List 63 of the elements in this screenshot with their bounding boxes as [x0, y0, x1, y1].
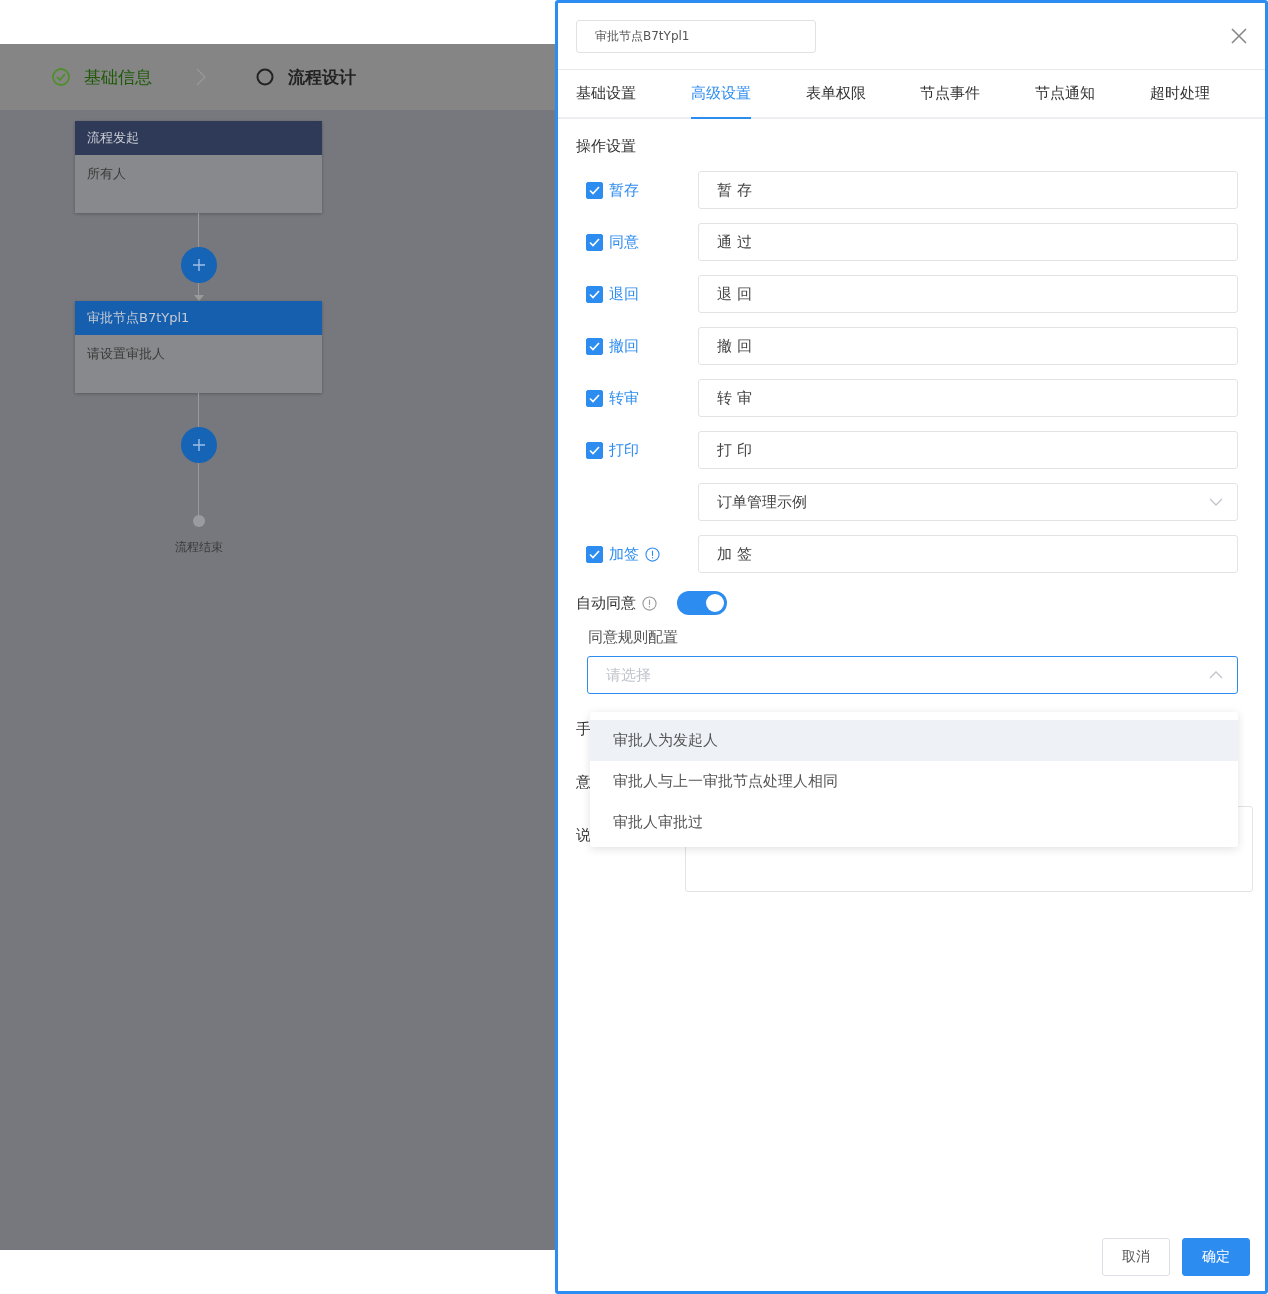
checkbox[interactable] — [586, 337, 603, 355]
chevron-up-icon — [1209, 671, 1223, 679]
flow-node-card[interactable]: 审批节点B7tYpl1 请设置审批人 — [75, 301, 322, 393]
dropdown-option[interactable]: 审批人为发起人 — [590, 720, 1238, 761]
operation-label: 打印 — [609, 440, 639, 460]
node-description: 请设置审批人 — [87, 346, 165, 361]
tab[interactable]: 节点事件 — [920, 70, 1036, 117]
chevron-down-icon — [1209, 498, 1223, 506]
field-label: 意 — [576, 773, 590, 792]
step-label[interactable]: 流程设计 — [288, 65, 356, 89]
checkbox[interactable] — [586, 441, 603, 459]
tab[interactable]: 节点通知 — [1035, 70, 1151, 117]
operation-label: 加签 — [609, 544, 639, 564]
rule-label: 同意规则配置 — [588, 628, 679, 647]
cancel-button[interactable]: 取消 — [1102, 1238, 1170, 1276]
checkbox[interactable] — [586, 389, 603, 407]
dropdown-option[interactable]: 审批人审批过 — [590, 802, 1238, 843]
check-icon — [589, 445, 600, 455]
node-description: 所有人 — [87, 166, 126, 181]
tab[interactable]: 基础设置 — [576, 70, 691, 117]
flow-node-card[interactable]: 流程发起 所有人 — [75, 121, 322, 213]
operation-name-field[interactable]: 打 印 — [698, 431, 1238, 469]
checkbox[interactable] — [586, 285, 603, 303]
tab[interactable]: 高级设置 — [690, 70, 806, 117]
node-title: 审批节点B7tYpl1 — [87, 309, 190, 327]
toggle-switch[interactable] — [677, 591, 727, 615]
operation-name-field[interactable]: 暂 存 — [698, 171, 1238, 209]
operation-label: 暂存 — [609, 180, 639, 200]
check-icon — [589, 289, 600, 299]
add-node-button[interactable] — [180, 247, 217, 283]
field-label: 手 — [576, 720, 590, 739]
auto-agree-label: 自动同意 — [576, 593, 636, 613]
node-name-field[interactable]: 审批节点B7tYpl1 — [576, 19, 816, 53]
tab[interactable]: 超时处理 — [1150, 70, 1265, 117]
checkbox[interactable] — [586, 233, 603, 251]
field-label: 说 — [576, 826, 590, 845]
info-icon — [642, 595, 657, 611]
operation-name-field[interactable]: 转 审 — [698, 379, 1238, 417]
operation-label: 撤回 — [609, 336, 639, 356]
operation-name-field[interactable]: 撤 回 — [698, 327, 1238, 365]
close-icon[interactable] — [1231, 28, 1247, 44]
template-select[interactable]: 订单管理示例 — [698, 483, 1238, 521]
operation-label: 同意 — [609, 232, 639, 252]
operation-name-field[interactable]: 通 过 — [698, 223, 1238, 261]
check-icon — [589, 237, 600, 247]
operation-name-field[interactable]: 退 回 — [698, 275, 1238, 313]
operation-label: 转审 — [609, 388, 639, 408]
plus-icon — [191, 258, 206, 272]
plus-icon — [191, 438, 206, 452]
dropdown-option[interactable]: 审批人与上一审批节点处理人相同 — [590, 761, 1238, 802]
check-icon — [589, 341, 600, 351]
node-title: 流程发起 — [87, 129, 139, 147]
check-icon — [589, 393, 600, 403]
check-icon — [589, 549, 600, 559]
checkbox[interactable] — [586, 545, 603, 563]
end-label: 流程结束 — [174, 539, 223, 556]
add-node-button[interactable] — [180, 427, 217, 463]
tab[interactable]: 表单权限 — [805, 70, 921, 117]
operation-name-field[interactable]: 加 签 — [698, 535, 1238, 573]
operation-label: 退回 — [609, 284, 639, 304]
checkbox[interactable] — [586, 181, 603, 199]
check-icon — [589, 185, 600, 195]
section-title: 操作设置 — [576, 137, 637, 156]
